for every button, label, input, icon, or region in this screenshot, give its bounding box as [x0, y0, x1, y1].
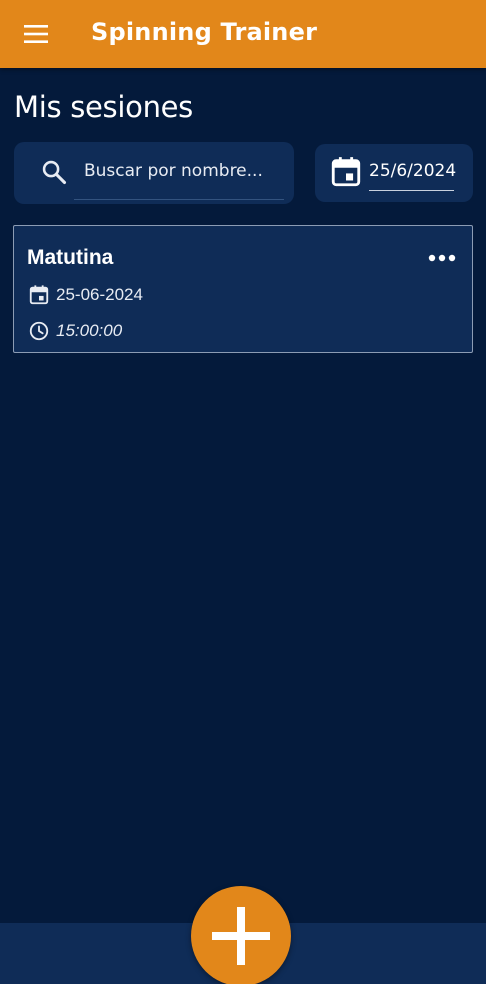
add-session-button[interactable]	[191, 886, 291, 984]
search-icon[interactable]	[40, 158, 68, 186]
add-icon	[212, 907, 270, 965]
hamburger-menu-icon	[24, 25, 48, 43]
menu-button[interactable]	[14, 14, 58, 54]
search-input[interactable]	[84, 156, 284, 186]
session-time: 15:00:00	[56, 321, 123, 340]
session-date: 25-06-2024	[56, 285, 143, 304]
more-options-button[interactable]	[424, 248, 460, 268]
page-title: Mis sesiones	[14, 90, 193, 124]
more-options-icon	[428, 254, 456, 262]
calendar-icon	[331, 157, 361, 187]
session-card[interactable]: Matutina 25-06-2024 15:00:00	[13, 225, 473, 353]
date-underline	[369, 190, 454, 191]
date-filter-value: 25/6/2024	[369, 161, 457, 181]
search-underline	[74, 199, 284, 200]
clock-icon	[29, 321, 49, 341]
search-box	[14, 142, 294, 204]
session-name: Matutina	[27, 246, 114, 269]
app-title: Spinning Trainer	[91, 18, 318, 46]
app-bar: Spinning Trainer	[0, 0, 486, 68]
calendar-icon	[29, 285, 49, 305]
date-filter[interactable]: 25/6/2024	[315, 144, 473, 202]
